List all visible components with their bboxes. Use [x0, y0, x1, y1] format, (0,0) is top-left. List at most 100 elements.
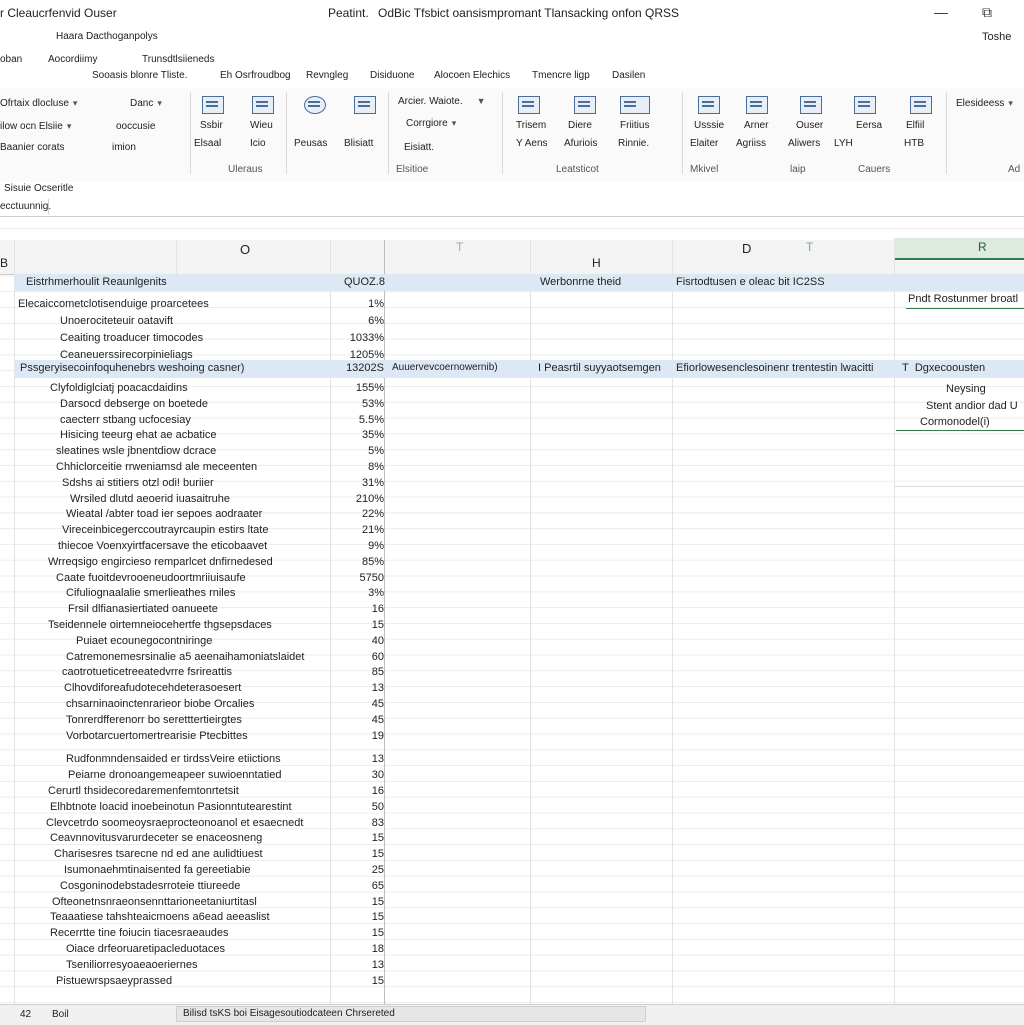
table-row-value[interactable]: 40 — [344, 635, 384, 647]
table-row-value[interactable]: 22% — [344, 508, 384, 520]
table-row-value[interactable]: 45 — [344, 698, 384, 710]
insert-table-icon[interactable] — [202, 96, 224, 114]
table-row-value[interactable]: 85% — [344, 556, 384, 568]
table-row-label[interactable]: Ceavnnovitusvarurdeceter se enaceosneng — [50, 832, 262, 844]
diagram-icon[interactable] — [574, 96, 596, 114]
name-box[interactable]: Sisuie Ocseritle — [4, 183, 73, 194]
table-row-label[interactable]: Teaaatiese tahshteaicmoens a6ead aeeasli… — [50, 911, 270, 923]
chart-icon[interactable] — [518, 96, 540, 114]
list-item-label[interactable]: Unoerociteteuir oatavift — [60, 315, 173, 327]
ribbon-right-select[interactable]: Elesideess ▾ — [956, 98, 1013, 109]
table-row-value[interactable]: 83 — [344, 817, 384, 829]
table-row-label[interactable]: Vireceinbicegerccoutrayrcaupin estirs lt… — [62, 524, 268, 536]
table-row-value[interactable]: 16 — [344, 603, 384, 615]
btn-peusas-label[interactable]: Peusas — [294, 138, 327, 149]
filter-icon[interactable] — [800, 96, 822, 114]
selected-column-r[interactable]: R — [894, 238, 1024, 260]
table-row-value[interactable]: 25 — [344, 864, 384, 876]
btn-usssie-label[interactable]: Usssie — [694, 120, 724, 131]
column-header-t2[interactable]: T — [806, 240, 813, 254]
table-row-value[interactable]: 19 — [344, 730, 384, 742]
ribbon-dance-select[interactable]: Danc ▾ — [130, 98, 162, 109]
table-row-label[interactable]: Oiace drfeoruaretipacleduotaces — [66, 943, 225, 955]
btn-friitius-label[interactable]: Friitius — [620, 120, 649, 131]
btn-trisem-label[interactable]: Trisem — [516, 120, 546, 131]
btn-ssbir-sub[interactable]: Elsaal — [194, 138, 221, 149]
table-row-value[interactable]: 15 — [344, 848, 384, 860]
list-item-value[interactable]: 1033% — [344, 332, 384, 344]
ribbon-border-select[interactable]: Baanier corats — [0, 142, 64, 153]
table-row-label[interactable]: Wieatal /abter toad ier sepoes aodraater — [66, 508, 262, 520]
list-item-value[interactable]: 6% — [344, 315, 384, 327]
table-row-value[interactable]: 13 — [344, 682, 384, 694]
header-row-label[interactable]: Eistrhmerhoulit Reaunlgenits — [26, 276, 167, 288]
table-row-value[interactable]: 155% — [344, 382, 384, 394]
menu-item-account[interactable]: Aocordiimy — [48, 54, 97, 65]
table-row-label[interactable]: Frsil dlfianasiertiated oanueete — [68, 603, 218, 615]
link-icon[interactable] — [354, 96, 376, 114]
horizontal-scrollbar[interactable]: Bilisd tsKS boi Eisagesoutiodcateen Chrs… — [176, 1006, 646, 1022]
header-col-h[interactable]: Werbonrne theid — [540, 276, 621, 288]
ribbon-option-2[interactable]: imion — [112, 142, 136, 153]
column-header-o[interactable]: O — [240, 242, 250, 257]
table-row-label[interactable]: Wrreqsigo engircieso remparlcet dnfirned… — [48, 556, 273, 568]
header-col-r[interactable]: Pndt Rostunmer broatl — [908, 293, 1018, 305]
list-item-value[interactable]: 1% — [344, 298, 384, 310]
btn-diere-sub[interactable]: Afuriois — [564, 138, 597, 149]
minimize-button[interactable]: — — [934, 4, 948, 20]
table-row-value[interactable]: 31% — [344, 477, 384, 489]
table-row-label[interactable]: Tonrerdfferenorr bo seretttertieirgtes — [66, 714, 242, 726]
table-row-value[interactable]: 15 — [344, 927, 384, 939]
table-row-label[interactable]: Isumonaehmtinaisented fa gereetiabie — [64, 864, 251, 876]
ribbon-option[interactable]: ooccusie — [116, 121, 155, 132]
table-row-value[interactable]: 15 — [344, 619, 384, 631]
restore-button[interactable]: ⧉ — [982, 4, 992, 21]
tab-formulas[interactable]: Alocoen Elechics — [434, 70, 510, 81]
frame-icon[interactable] — [620, 96, 650, 114]
user-icon[interactable] — [698, 96, 720, 114]
table-row-label[interactable]: Vorbotarcuertomertrearisie Ptecbittes — [66, 730, 248, 742]
table-row-label[interactable]: caecterr stbang ucfocesiay — [60, 414, 191, 426]
table-row-label[interactable]: Tseniliorresyoaeaoeriernes — [66, 959, 197, 971]
column-header-d[interactable]: D — [742, 241, 751, 256]
table-row-value[interactable]: 50 — [344, 801, 384, 813]
table-row-label[interactable]: Cerurtl thsidecoredaremenfemtonrtetsit — [48, 785, 239, 797]
table-row-value[interactable]: 5.5% — [344, 414, 384, 426]
tab-layout[interactable]: Tmencre ligp — [532, 70, 590, 81]
edit-style[interactable]: Eisiatt. — [404, 142, 434, 153]
btn-ssbir-label[interactable]: Ssbir — [200, 120, 223, 131]
btn-ouser-sub[interactable]: Aliwers — [788, 138, 820, 149]
ribbon-size-select[interactable]: ilow ocn Elsiie ▾ — [0, 121, 71, 132]
table-row-label[interactable]: Wrsiled dlutd aeoerid iuasaitruhe — [70, 493, 230, 505]
table-row-value[interactable]: 16 — [344, 785, 384, 797]
section-r-sub3[interactable]: Cormonodel(i) — [920, 416, 990, 428]
btn-eersa-sub[interactable]: LYH — [834, 138, 853, 149]
ribbon-font-select[interactable]: Ofrtaix dlocluse ▾ — [0, 98, 77, 109]
view-icon[interactable] — [252, 96, 274, 114]
header-col-d[interactable]: Fisrtodtusen e oleac bit IC2SS — [676, 276, 825, 288]
table-row-label[interactable]: Rudfonmndensaided er tirdssVeire etiicti… — [66, 753, 281, 765]
btn-wieu-sub[interactable]: Icio — [250, 138, 266, 149]
tab-review[interactable]: Revngleg — [306, 70, 348, 81]
btn-arner-sub[interactable]: Agriiss — [736, 138, 766, 149]
settings-icon[interactable] — [910, 96, 932, 114]
sort-icon[interactable] — [854, 96, 876, 114]
section-r-sub2[interactable]: Stent andior dad U — [926, 400, 1018, 412]
btn-diere-label[interactable]: Diere — [568, 120, 592, 131]
btn-blisiatt-label[interactable]: Blisiatt — [344, 138, 373, 149]
table-row-label[interactable]: Hisicing teeurg ehat ae acbatice — [60, 429, 217, 441]
table-row-label[interactable]: Peiarne dronoangemeapeer suwioenntatied — [68, 769, 281, 781]
header-row-value[interactable]: QUOZ.8 — [344, 276, 385, 288]
table-row-label[interactable]: Tseidennele oirtemneiocehertfe thgsepsda… — [48, 619, 272, 631]
section-row-r[interactable]: T Dgxecoousten — [902, 362, 985, 374]
table-row-value[interactable]: 5% — [344, 445, 384, 457]
table-row-label[interactable]: Cosgoninodebstadesrroteie ttiureede — [60, 880, 240, 892]
btn-elfiil-sub[interactable]: HTB — [904, 138, 924, 149]
list-item-label[interactable]: Elecaiccometclotisenduige proarcetees — [18, 298, 209, 310]
btn-trisem-sub[interactable]: Y Aens — [516, 138, 548, 149]
tab-home[interactable]: Sooasis blonre Tliste. — [92, 70, 187, 81]
btn-usssie-sub[interactable]: Elaiter — [690, 138, 718, 149]
table-row-label[interactable]: chsarninaoinctenrarieor biobe Orcalies — [66, 698, 254, 710]
user-name[interactable]: Toshe — [982, 31, 1011, 43]
column-header-h[interactable]: H — [592, 256, 601, 270]
